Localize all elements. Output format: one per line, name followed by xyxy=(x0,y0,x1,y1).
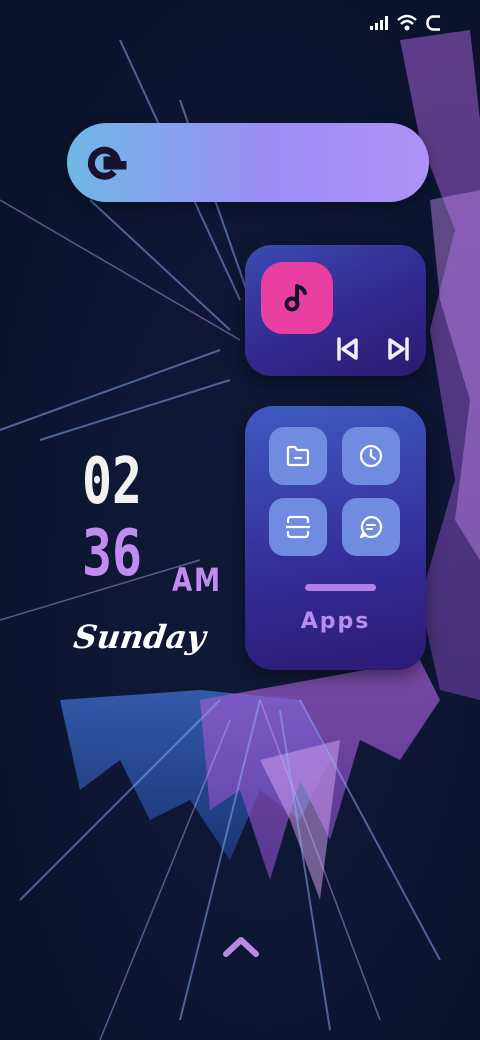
music-note-icon xyxy=(284,284,307,312)
scanner-app-button[interactable] xyxy=(269,498,327,556)
files-app-button[interactable] xyxy=(269,427,327,485)
chevron-up-icon[interactable] xyxy=(221,930,261,960)
chat-icon xyxy=(359,515,383,539)
apps-widget: Apps xyxy=(245,406,426,670)
apps-divider xyxy=(305,584,376,591)
clock-hours: 02 xyxy=(82,445,143,519)
google-logo-icon xyxy=(87,146,127,180)
clock-app-button[interactable] xyxy=(342,427,400,485)
google-search-bar[interactable] xyxy=(67,123,429,202)
folder-icon xyxy=(286,445,310,467)
music-app-button[interactable] xyxy=(261,262,333,334)
skip-next-icon[interactable] xyxy=(384,335,412,363)
wifi-icon xyxy=(397,14,417,31)
day-of-week: Sunday xyxy=(71,618,209,656)
clock-widget: 02 36 AM xyxy=(82,445,220,599)
messages-app-button[interactable] xyxy=(342,498,400,556)
status-bar xyxy=(370,14,450,32)
clock-minutes: 36 xyxy=(82,517,143,591)
scan-icon xyxy=(286,515,310,539)
battery-icon xyxy=(426,15,450,31)
apps-label[interactable]: Apps xyxy=(245,609,426,634)
clock-period: AM xyxy=(172,561,222,599)
music-widget xyxy=(245,245,426,376)
clock-icon xyxy=(359,444,383,468)
skip-previous-icon[interactable] xyxy=(334,335,362,363)
signal-icon xyxy=(370,16,388,30)
